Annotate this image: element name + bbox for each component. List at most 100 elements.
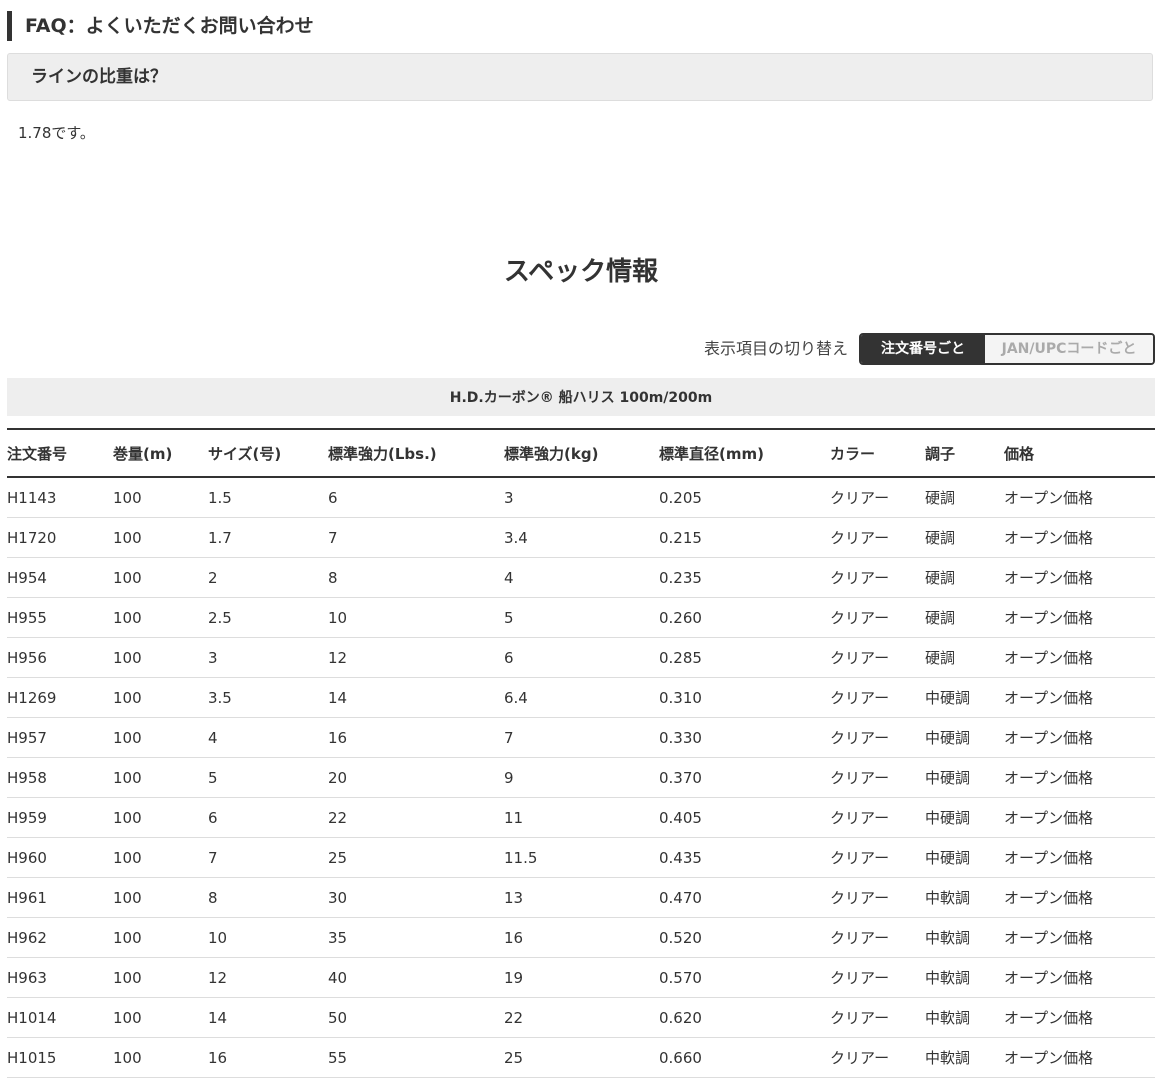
size-cell: 4	[208, 717, 328, 758]
strength-lbs-cell: 6	[328, 477, 504, 518]
toggle-jan-upc-button[interactable]: JAN/UPCコードごと	[985, 335, 1153, 363]
strength-lbs-cell: 22	[328, 797, 504, 838]
faq-answer: 1.78です。	[18, 124, 95, 142]
action-cell: 中軟調	[925, 997, 1004, 1038]
table-row: H1014 100 14 50 22 0.620 クリアー 中軟調 オープン価格	[7, 997, 1155, 1038]
column-header-diameter: 標準直径(mm)	[659, 429, 830, 478]
strength-kg-cell: 6.4	[504, 677, 659, 718]
strength-lbs-cell: 35	[328, 917, 504, 958]
spec-table-header-row: 注文番号 巻量(m) サイズ(号) 標準強力(Lbs.) 標準強力(kg) 標準…	[7, 429, 1155, 478]
size-cell: 10	[208, 917, 328, 958]
price-cell: オープン価格	[1004, 477, 1155, 518]
strength-kg-cell: 3.4	[504, 517, 659, 558]
table-row: H1720 100 1.7 7 3.4 0.215 クリアー 硬調 オープン価格	[7, 517, 1155, 558]
size-cell: 14	[208, 997, 328, 1038]
size-cell: 6	[208, 797, 328, 838]
color-cell: クリアー	[830, 717, 925, 758]
diameter-cell: 0.470	[659, 877, 830, 918]
length-cell: 100	[113, 557, 208, 598]
strength-lbs-cell: 10	[328, 597, 504, 638]
diameter-cell: 0.235	[659, 557, 830, 598]
spec-table-body: H1143 100 1.5 6 3 0.205 クリアー 硬調 オープン価格 H1720 100 1.…	[7, 477, 1155, 1078]
diameter-cell: 0.285	[659, 637, 830, 678]
diameter-cell: 0.215	[659, 517, 830, 558]
price-cell: オープン価格	[1004, 637, 1155, 678]
price-cell: オープン価格	[1004, 557, 1155, 598]
length-cell: 100	[113, 997, 208, 1038]
strength-kg-cell: 3	[504, 477, 659, 518]
color-cell: クリアー	[830, 997, 925, 1038]
color-cell: クリアー	[830, 637, 925, 678]
color-cell: クリアー	[830, 557, 925, 598]
strength-lbs-cell: 12	[328, 637, 504, 678]
table-row: H955 100 2.5 10 5 0.260 クリアー 硬調 オープン価格	[7, 597, 1155, 638]
table-row: H963 100 12 40 19 0.570 クリアー 中軟調 オープン価格	[7, 957, 1155, 998]
color-cell: クリアー	[830, 837, 925, 878]
length-cell: 100	[113, 877, 208, 918]
price-cell: オープン価格	[1004, 677, 1155, 718]
price-cell: オープン価格	[1004, 717, 1155, 758]
length-cell: 100	[113, 837, 208, 878]
order-number-cell: H1015	[7, 1037, 113, 1078]
action-cell: 中硬調	[925, 837, 1004, 878]
size-cell: 5	[208, 757, 328, 798]
size-cell: 3.5	[208, 677, 328, 718]
action-cell: 硬調	[925, 637, 1004, 678]
strength-lbs-cell: 8	[328, 557, 504, 598]
table-row: H958 100 5 20 9 0.370 クリアー 中硬調 オープン価格	[7, 757, 1155, 798]
price-cell: オープン価格	[1004, 757, 1155, 798]
strength-kg-cell: 9	[504, 757, 659, 798]
strength-lbs-cell: 16	[328, 717, 504, 758]
strength-lbs-cell: 25	[328, 837, 504, 878]
color-cell: クリアー	[830, 957, 925, 998]
diameter-cell: 0.370	[659, 757, 830, 798]
strength-kg-cell: 6	[504, 637, 659, 678]
table-row: H962 100 10 35 16 0.520 クリアー 中軟調 オープン価格	[7, 917, 1155, 958]
strength-lbs-cell: 40	[328, 957, 504, 998]
order-number-cell: H1720	[7, 517, 113, 558]
size-cell: 1.5	[208, 477, 328, 518]
diameter-cell: 0.330	[659, 717, 830, 758]
table-row: H957 100 4 16 7 0.330 クリアー 中硬調 オープン価格	[7, 717, 1155, 758]
color-cell: クリアー	[830, 1037, 925, 1078]
action-cell: 中硬調	[925, 717, 1004, 758]
order-number-cell: H960	[7, 837, 113, 878]
diameter-cell: 0.520	[659, 917, 830, 958]
price-cell: オープン価格	[1004, 1037, 1155, 1078]
diameter-cell: 0.405	[659, 797, 830, 838]
table-row: H961 100 8 30 13 0.470 クリアー 中軟調 オープン価格	[7, 877, 1155, 918]
order-number-cell: H957	[7, 717, 113, 758]
toggle-order-number-button[interactable]: 注文番号ごと	[861, 335, 985, 363]
length-cell: 100	[113, 677, 208, 718]
strength-kg-cell: 5	[504, 597, 659, 638]
faq-question[interactable]: ラインの比重は？	[7, 53, 1153, 101]
table-row: H1143 100 1.5 6 3 0.205 クリアー 硬調 オープン価格	[7, 477, 1155, 518]
table-row: H954 100 2 8 4 0.235 クリアー 硬調 オープン価格	[7, 557, 1155, 598]
action-cell: 硬調	[925, 597, 1004, 638]
length-cell: 100	[113, 477, 208, 518]
diameter-cell: 0.310	[659, 677, 830, 718]
size-cell: 3	[208, 637, 328, 678]
table-row: H959 100 6 22 11 0.405 クリアー 中硬調 オープン価格	[7, 797, 1155, 838]
color-cell: クリアー	[830, 517, 925, 558]
size-cell: 7	[208, 837, 328, 878]
strength-lbs-cell: 14	[328, 677, 504, 718]
order-number-cell: H1143	[7, 477, 113, 518]
spec-table: 注文番号 巻量(m) サイズ(号) 標準強力(Lbs.) 標準強力(kg) 標準…	[7, 428, 1155, 1078]
size-cell: 2.5	[208, 597, 328, 638]
price-cell: オープン価格	[1004, 997, 1155, 1038]
action-cell: 中軟調	[925, 1037, 1004, 1078]
length-cell: 100	[113, 517, 208, 558]
diameter-cell: 0.435	[659, 837, 830, 878]
page: FAQ：よくいただくお問い合わせ ラインの比重は？ 1.78です。 スペック情報…	[0, 0, 1162, 1082]
table-row: H1269 100 3.5 14 6.4 0.310 クリアー 中硬調 オープン価格	[7, 677, 1155, 718]
table-row: H956 100 3 12 6 0.285 クリアー 硬調 オープン価格	[7, 637, 1155, 678]
price-cell: オープン価格	[1004, 917, 1155, 958]
action-cell: 硬調	[925, 477, 1004, 518]
size-cell: 12	[208, 957, 328, 998]
action-cell: 中硬調	[925, 677, 1004, 718]
color-cell: クリアー	[830, 677, 925, 718]
column-header-strength-kg: 標準強力(kg)	[504, 429, 659, 478]
color-cell: クリアー	[830, 757, 925, 798]
display-toggle: 注文番号ごと JAN/UPCコードごと	[859, 333, 1155, 365]
